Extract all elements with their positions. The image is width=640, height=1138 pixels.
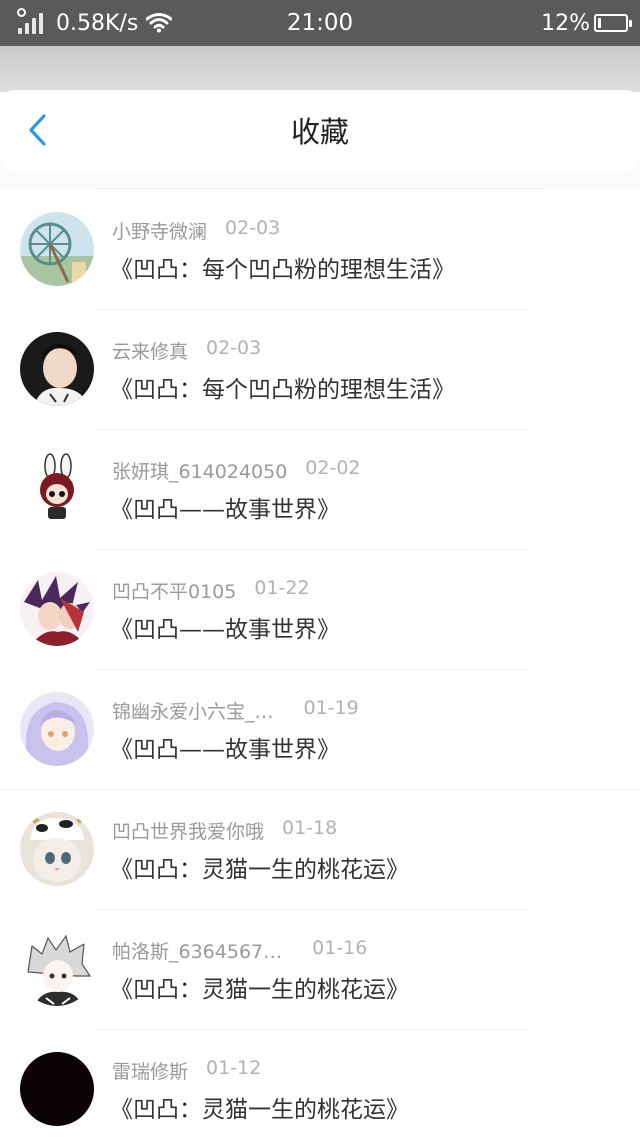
avatar[interactable] — [20, 932, 94, 1006]
favorites-list: 小野寺微澜 02-03 《凹凸：每个凹凸粉的理想生活》 云来修真 02-03 《… — [0, 190, 640, 1138]
list-item[interactable]: 云来修真 02-03 《凹凸：每个凹凸粉的理想生活》 — [0, 310, 640, 430]
avatar[interactable] — [20, 1052, 94, 1126]
list-item[interactable]: 凹凸不平0105 01-22 《凹凸——故事世界》 — [0, 550, 640, 670]
work-title[interactable]: 《凹凸：每个凹凸粉的理想生活》 — [110, 370, 455, 404]
list-item[interactable]: 雷瑞修斯 01-12 《凹凸：灵猫一生的桃花运》 — [0, 1030, 640, 1138]
list-item[interactable]: 张妍琪_614024050 02-02 《凹凸——故事世界》 — [0, 430, 640, 550]
user-name[interactable]: 云来修真 — [112, 337, 188, 363]
item-date: 01-22 — [254, 577, 310, 599]
list-item[interactable]: 锦幽永爱小六宝_… 01-19 《凹凸——故事世界》 — [0, 670, 640, 790]
item-date: 02-02 — [305, 457, 361, 479]
item-date: 01-12 — [206, 1057, 262, 1079]
avatar[interactable] — [20, 452, 94, 526]
work-title[interactable]: 《凹凸——故事世界》 — [110, 610, 340, 644]
user-name[interactable]: 锦幽永爱小六宝_… — [112, 697, 274, 723]
item-date: 01-19 — [303, 697, 359, 719]
list-item[interactable]: 小野寺微澜 02-03 《凹凸：每个凹凸粉的理想生活》 — [0, 190, 640, 310]
work-title[interactable]: 《凹凸——故事世界》 — [110, 490, 340, 524]
divider — [96, 188, 544, 189]
header-backdrop — [0, 46, 640, 92]
user-name[interactable]: 凹凸不平0105 — [112, 577, 236, 603]
list-item[interactable]: 帕洛斯_6364567… 01-16 《凹凸：灵猫一生的桃花运》 — [0, 910, 640, 1030]
user-name[interactable]: 雷瑞修斯 — [112, 1057, 188, 1083]
nav-header: 收藏 — [0, 90, 640, 172]
page-title: 收藏 — [290, 115, 349, 149]
avatar[interactable] — [20, 812, 94, 886]
item-date: 01-16 — [312, 937, 368, 959]
item-date: 02-03 — [225, 217, 281, 239]
user-name[interactable]: 小野寺微澜 — [112, 217, 207, 243]
work-title[interactable]: 《凹凸：每个凹凸粉的理想生活》 — [110, 250, 455, 284]
work-title[interactable]: 《凹凸——故事世界》 — [110, 730, 340, 764]
item-date: 02-03 — [206, 337, 262, 359]
avatar[interactable] — [20, 572, 94, 646]
user-name[interactable]: 帕洛斯_6364567… — [112, 937, 282, 963]
avatar[interactable] — [20, 212, 94, 286]
battery-percent: 12% — [541, 10, 590, 36]
battery-icon — [594, 14, 632, 32]
work-title[interactable]: 《凹凸：灵猫一生的桃花运》 — [110, 850, 409, 884]
user-name[interactable]: 张妍琪_614024050 — [112, 457, 287, 483]
list-item[interactable]: 凹凸世界我爱你哦 01-18 《凹凸：灵猫一生的桃花运》 — [0, 790, 640, 910]
user-name[interactable]: 凹凸世界我爱你哦 — [112, 817, 264, 843]
work-title[interactable]: 《凹凸：灵猫一生的桃花运》 — [110, 970, 409, 1004]
avatar[interactable] — [20, 692, 94, 766]
status-bar: 0.58K/s 21:00 12% — [0, 0, 640, 46]
battery-status: 12% — [541, 8, 632, 38]
item-date: 01-18 — [282, 817, 338, 839]
avatar[interactable] — [20, 332, 94, 406]
work-title[interactable]: 《凹凸：灵猫一生的桃花运》 — [110, 1090, 409, 1124]
